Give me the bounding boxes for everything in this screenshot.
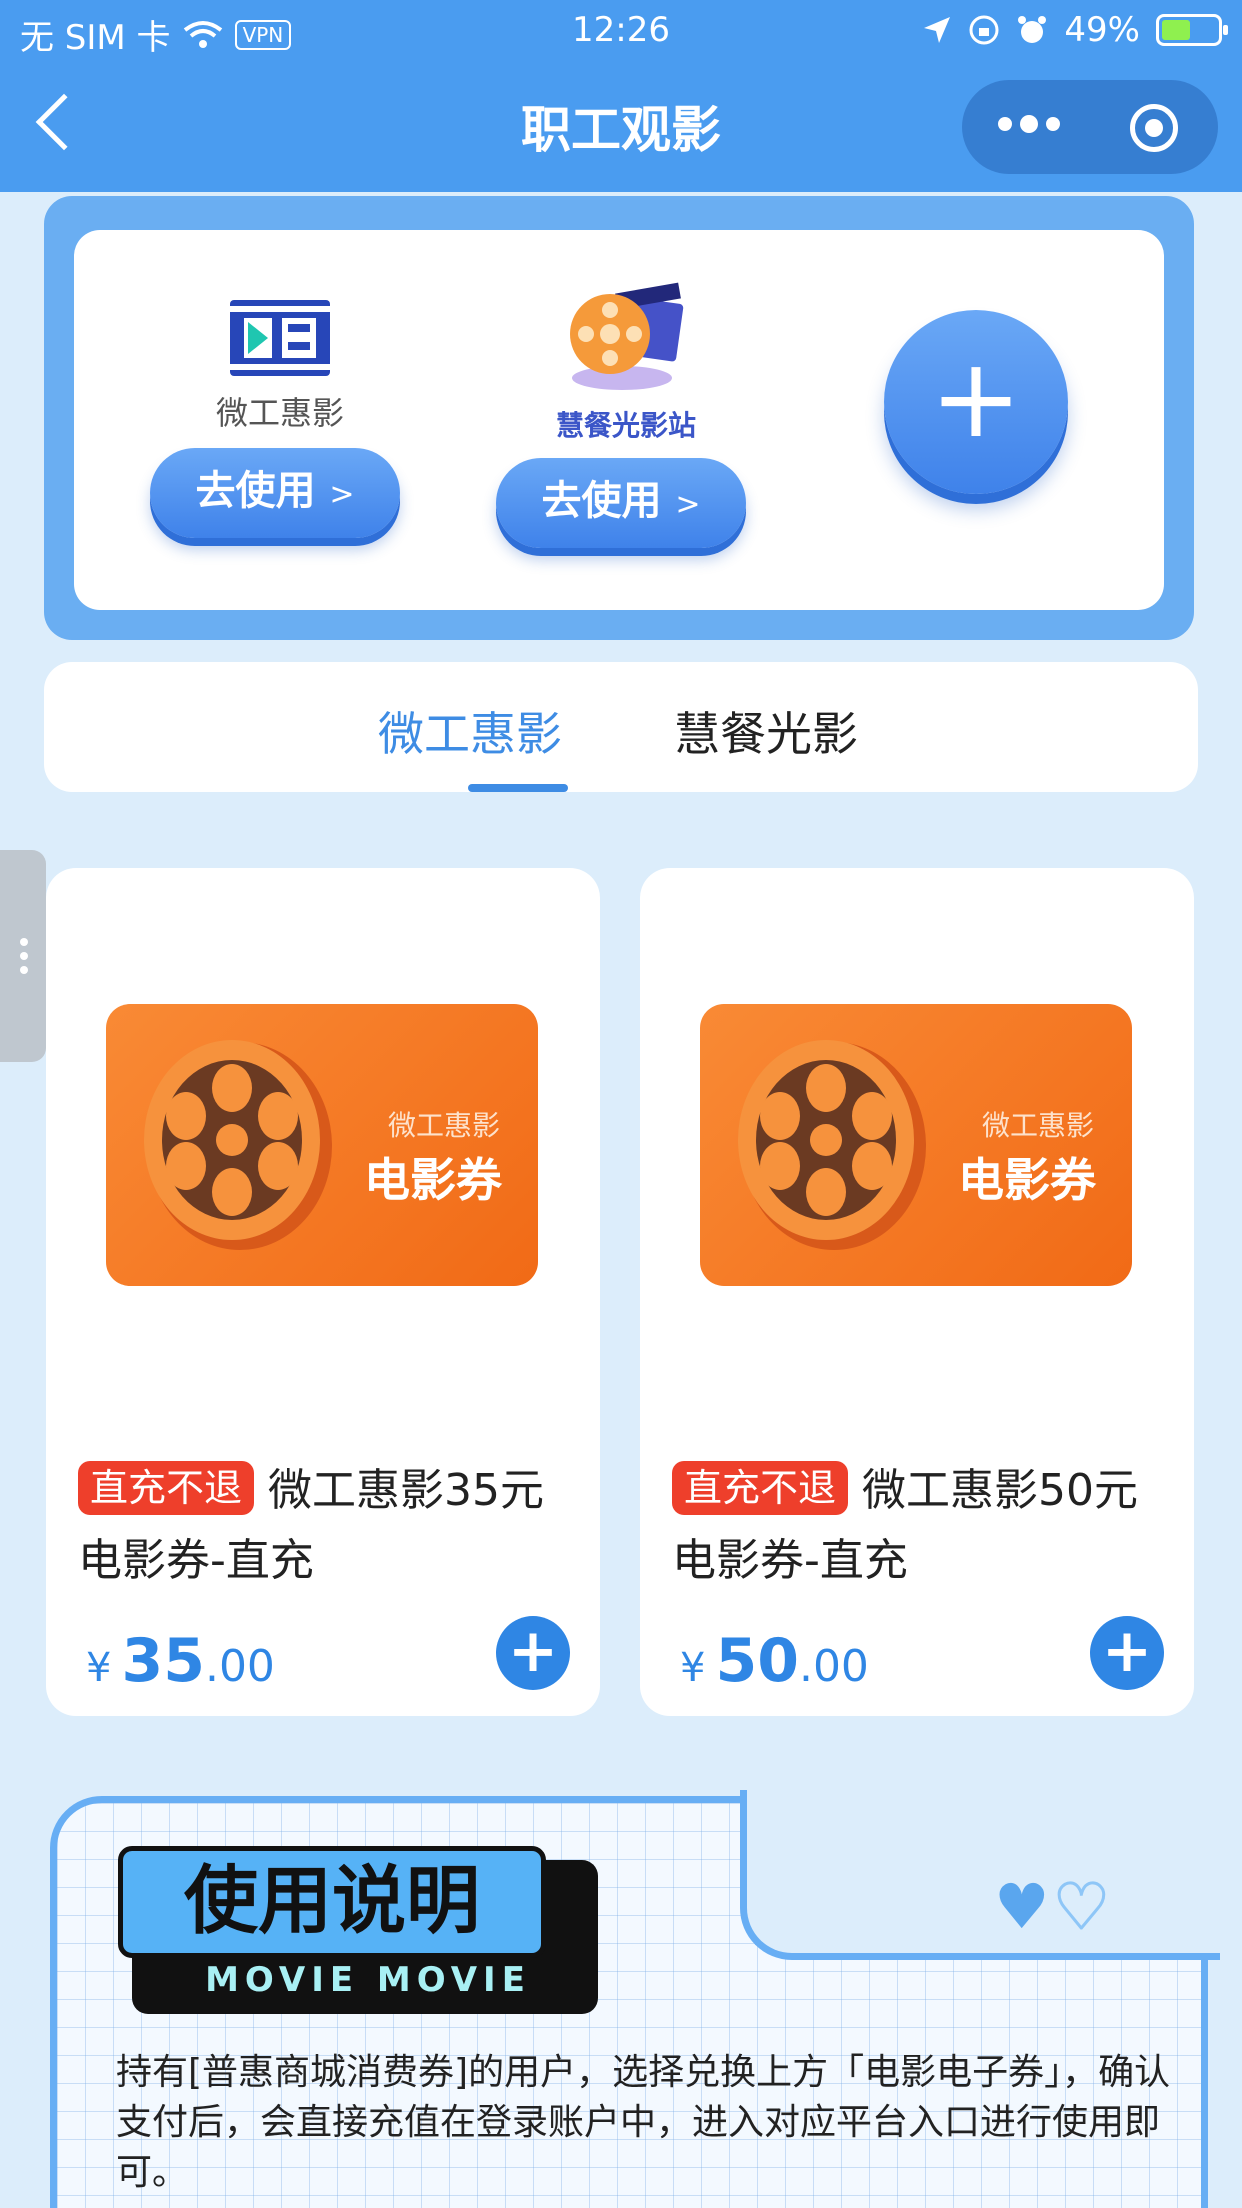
tab-huican[interactable]: 慧餐光影 — [674, 698, 858, 764]
add-to-cart-button[interactable]: + — [1090, 1616, 1164, 1690]
close-miniapp-icon[interactable] — [1130, 104, 1178, 152]
instructions-text: 持有[普惠商城消费券]的用户，选择兑换上方「电影电子券」，确认支付后，会直接充值… — [116, 2052, 1171, 2193]
platform-weigong: 微工惠影 去使用 > — [150, 300, 410, 538]
alarm-icon — [1018, 16, 1047, 43]
header: 无 SIM 卡 VPN 12:26 49% 职工观影 — [0, 0, 1242, 192]
instructions-heading-en: MOVIE MOVIE — [205, 1960, 531, 2000]
rotation-lock-icon — [969, 15, 999, 45]
image-subtitle: 微工惠影 — [387, 1109, 500, 1142]
film-reel-icon — [738, 1040, 926, 1250]
battery-icon — [1156, 14, 1228, 46]
platform-name: 微工惠影 — [215, 394, 344, 432]
more-icon[interactable] — [998, 115, 1060, 133]
weigong-logo-icon — [230, 300, 330, 376]
no-refund-tag: 直充不退 — [78, 1461, 255, 1515]
instructions-badge: 使用说明 MOVIE MOVIE — [118, 1846, 598, 2014]
no-refund-tag: 直充不退 — [672, 1461, 849, 1515]
image-title: 电影券 — [958, 1153, 1096, 1207]
product-image: 微工惠影 电影券 — [700, 1004, 1132, 1286]
product-card[interactable]: 微工惠影 电影券 直充不退 微工惠影50元电影券-直充 ¥50.00 + — [640, 868, 1194, 1716]
product-price: ¥35.00 — [86, 1626, 275, 1696]
film-reel-icon — [144, 1040, 332, 1250]
image-title: 电影券 — [364, 1153, 502, 1207]
platform-name: 慧餐光影站 — [555, 409, 696, 442]
use-huican-button[interactable]: 去使用 > — [496, 458, 746, 548]
tab-bar: 微工惠影 慧餐光影 — [44, 662, 1198, 792]
product-price: ¥50.00 — [680, 1626, 869, 1696]
tab-indicator — [468, 784, 568, 792]
film-clapper-icon — [570, 282, 684, 390]
nav-bar: 职工观影 — [0, 62, 1242, 192]
status-bar: 无 SIM 卡 VPN 12:26 49% — [0, 0, 1242, 62]
location-icon — [924, 17, 951, 43]
heart-outline-icon: ♥ — [1052, 1869, 1111, 1945]
product-card[interactable]: 微工惠影 电影券 直充不退 微工惠影35元电影券-直充 ¥35.00 + — [46, 868, 600, 1716]
use-weigong-button[interactable]: 去使用 > — [150, 448, 400, 538]
add-platform-button[interactable]: + — [884, 310, 1068, 494]
product-image: 微工惠影 电影券 — [106, 1004, 538, 1286]
tab-weigong[interactable]: 微工惠影 — [378, 698, 562, 764]
heart-icon: ♥ — [994, 1870, 1050, 1943]
add-to-cart-button[interactable]: + — [496, 1616, 570, 1690]
platform-huican: 慧餐光影站 去使用 > — [496, 282, 756, 548]
miniapp-capsule — [962, 80, 1218, 174]
instructions-heading: 使用说明 — [118, 1846, 546, 1958]
battery-percent: 49% — [1064, 10, 1140, 50]
side-drawer-handle[interactable] — [0, 850, 46, 1062]
hearts-decoration: ♥ ♥ — [994, 1869, 1111, 1945]
instructions-panel-notch — [740, 1790, 1220, 1960]
image-subtitle: 微工惠影 — [981, 1109, 1094, 1142]
